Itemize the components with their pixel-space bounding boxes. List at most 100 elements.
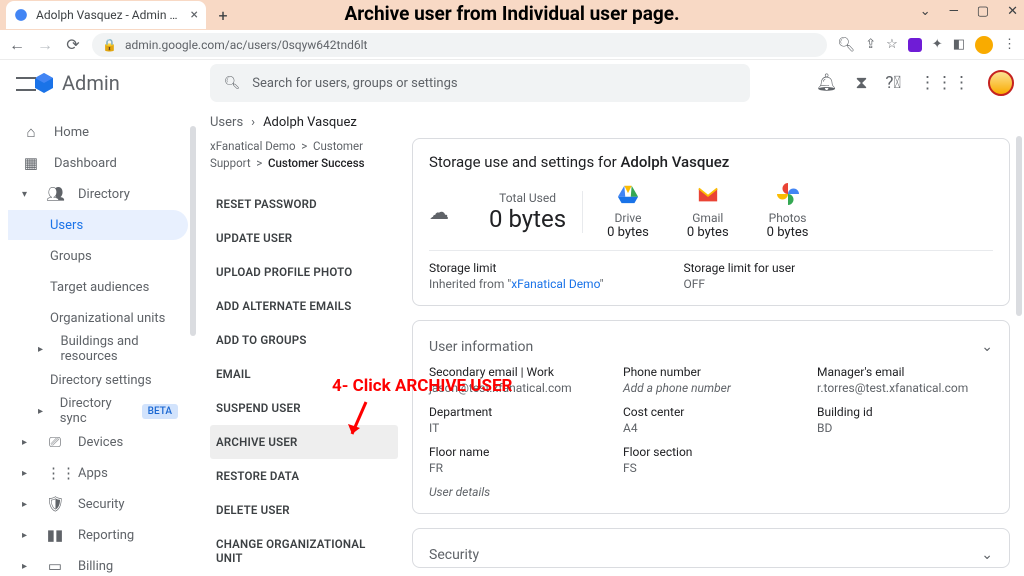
kebab-icon[interactable]: ⋮ <box>1003 37 1016 52</box>
total-value: 0 bytes <box>489 205 566 233</box>
user-limit-value: OFF <box>683 277 795 291</box>
action-change-ou[interactable]: CHANGE ORGANIZATIONAL UNIT <box>210 527 398 575</box>
lock-icon: 🔒 <box>102 38 117 52</box>
v: r.torres@test.xfanatical.com <box>817 381 993 395</box>
sidebar-item-reporting[interactable]: ▸▮▮Reporting <box>8 520 188 550</box>
breadcrumb-current: Adolph Vasquez <box>263 115 357 130</box>
org-path-a[interactable]: xFanatical Demo <box>210 139 296 153</box>
minimize-icon[interactable]: — <box>949 4 959 19</box>
sidebar-item-devices[interactable]: ▸⎚Devices <box>8 427 188 457</box>
reload-icon[interactable]: ⟳ <box>64 35 82 54</box>
browser-tabbar: Adolph Vasquez - Admin Conso × + Archive… <box>0 0 1024 30</box>
home-icon: ⌂ <box>22 123 40 141</box>
window-close-icon[interactable]: ✕ <box>1007 4 1018 19</box>
back-icon[interactable]: ← <box>8 35 26 55</box>
user-info-card[interactable]: User information ⌄ Secondary email | Wor… <box>412 320 1010 514</box>
user-details-link[interactable]: User details <box>429 485 993 499</box>
sidebar-item-billing[interactable]: ▸▭Billing <box>8 551 188 576</box>
action-delete-user[interactable]: DELETE USER <box>210 493 398 527</box>
label: Users <box>50 218 83 233</box>
forward-icon[interactable]: → <box>36 35 54 55</box>
search-icon[interactable]: 🔍︎ <box>837 37 855 53</box>
bell-icon[interactable]: 🔔︎ <box>816 73 838 93</box>
action-restore-data[interactable]: RESTORE DATA <box>210 459 398 493</box>
storage-app-gmail: Gmail 0 bytes <box>687 183 729 240</box>
chevron-down-icon[interactable]: ⌄ <box>981 547 993 563</box>
label: Drive <box>607 211 649 225</box>
org-path-c[interactable]: Customer Success <box>268 156 365 170</box>
limit-link[interactable]: xFanatical Demo <box>511 277 599 291</box>
address-bar[interactable]: 🔒 admin.google.com/ac/users/0sqyw642tnd6… <box>92 33 827 57</box>
user-left-column: xFanatical Demo > Customer Support > Cus… <box>210 138 398 576</box>
total-label: Total Used <box>489 191 566 205</box>
label: Dashboard <box>54 156 117 171</box>
window-controls: ⌄ — ▢ ✕ <box>920 4 1018 19</box>
security-card[interactable]: Security ⌄ <box>412 528 1010 568</box>
admin-logo[interactable]: Admin <box>32 71 120 95</box>
label: Apps <box>78 466 108 481</box>
caret-right-icon: ▸ <box>22 561 32 572</box>
label: Directory <box>78 187 130 202</box>
sidebar-item-directory[interactable]: ▾ 👥︎ Directory <box>8 179 188 209</box>
sidepanel-icon[interactable]: ◧ <box>953 37 965 52</box>
action-add-emails[interactable]: ADD ALTERNATE EMAILS <box>210 289 398 323</box>
card-icon: ▭ <box>46 557 64 575</box>
sidebar-item-dashboard[interactable]: ▦ Dashboard <box>8 148 188 178</box>
caret-right-icon: ▸ <box>38 344 46 355</box>
sidebar-item-groups[interactable]: Groups <box>8 241 188 271</box>
directory-icon: 👥︎ <box>46 185 64 203</box>
sidebar-item-buildings[interactable]: ▸Buildings and resources <box>8 334 188 364</box>
devices-icon: ⎚ <box>46 433 64 451</box>
puzzle-icon[interactable]: ✦ <box>932 37 943 52</box>
extension-icon[interactable] <box>908 38 922 52</box>
apps-icon: ⋮⋮ <box>46 464 64 482</box>
section-title: Security <box>429 547 479 563</box>
action-add-groups[interactable]: ADD TO GROUPS <box>210 323 398 357</box>
breadcrumb-root[interactable]: Users <box>210 115 243 130</box>
maximize-icon[interactable]: ▢ <box>977 4 989 19</box>
label: Photos <box>767 211 809 225</box>
action-upload-photo[interactable]: UPLOAD PROFILE PHOTO <box>210 255 398 289</box>
new-tab-button[interactable]: + <box>214 6 232 24</box>
apps-grid-icon[interactable]: ⋮⋮⋮ <box>919 73 970 93</box>
user-avatar[interactable] <box>988 70 1014 96</box>
main-content: Users › Adolph Vasquez xFanatical Demo >… <box>196 106 1024 576</box>
search-input[interactable]: 🔍︎ Search for users, groups or settings <box>210 64 750 102</box>
star-icon[interactable]: ☆ <box>886 37 898 52</box>
hamburger-icon[interactable] <box>10 75 22 91</box>
admin-brand: Admin <box>62 71 120 95</box>
caret-down-icon: ▾ <box>22 189 32 200</box>
sidebar-item-dir-settings[interactable]: Directory settings <box>8 365 188 395</box>
storage-app-drive: Drive 0 bytes <box>607 183 649 240</box>
value: 0 bytes <box>687 225 729 240</box>
sidebar-item-dir-sync[interactable]: ▸Directory syncBETA <box>8 396 188 426</box>
dashboard-icon: ▦ <box>22 154 40 172</box>
sidebar-item-security[interactable]: ▸🛡︎Security <box>8 489 188 519</box>
main-scrollbar[interactable] <box>1016 136 1022 316</box>
chevron-down-icon[interactable]: ⌄ <box>920 4 931 19</box>
sidebar-item-target[interactable]: Target audiences <box>8 272 188 302</box>
chevron-down-icon[interactable]: ⌄ <box>981 339 993 355</box>
search-icon: 🔍︎ <box>224 76 241 91</box>
hourglass-icon[interactable]: ⧗ <box>855 73 867 93</box>
sidebar-item-org-units[interactable]: Organizational units <box>8 303 188 333</box>
breadcrumb: Users › Adolph Vasquez <box>196 106 1024 138</box>
sidebar-item-apps[interactable]: ▸⋮⋮Apps <box>8 458 188 488</box>
caret-right-icon: ▸ <box>22 499 32 510</box>
close-icon[interactable]: × <box>191 7 198 23</box>
chart-icon: ▮▮ <box>46 526 64 544</box>
browser-tab[interactable]: Adolph Vasquez - Admin Conso × <box>6 1 206 29</box>
action-update-user[interactable]: UPDATE USER <box>210 221 398 255</box>
help-icon[interactable]: ?⃝ <box>885 73 901 93</box>
caret-right-icon: ▸ <box>22 530 32 541</box>
sidebar-item-home[interactable]: ⌂Home <box>8 117 188 147</box>
action-reset-password[interactable]: RESET PASSWORD <box>210 187 398 221</box>
profile-avatar[interactable] <box>975 36 993 54</box>
sidebar-item-users[interactable]: Users <box>8 210 188 240</box>
annotation-arrow-icon <box>344 398 374 442</box>
limit-label: Storage limit <box>429 261 603 275</box>
k: Department <box>429 405 605 419</box>
share-icon[interactable]: ⇪ <box>865 37 876 52</box>
v[interactable]: Add a phone number <box>623 381 799 395</box>
storage-limit: Storage limit Inherited from "xFanatical… <box>429 261 603 291</box>
